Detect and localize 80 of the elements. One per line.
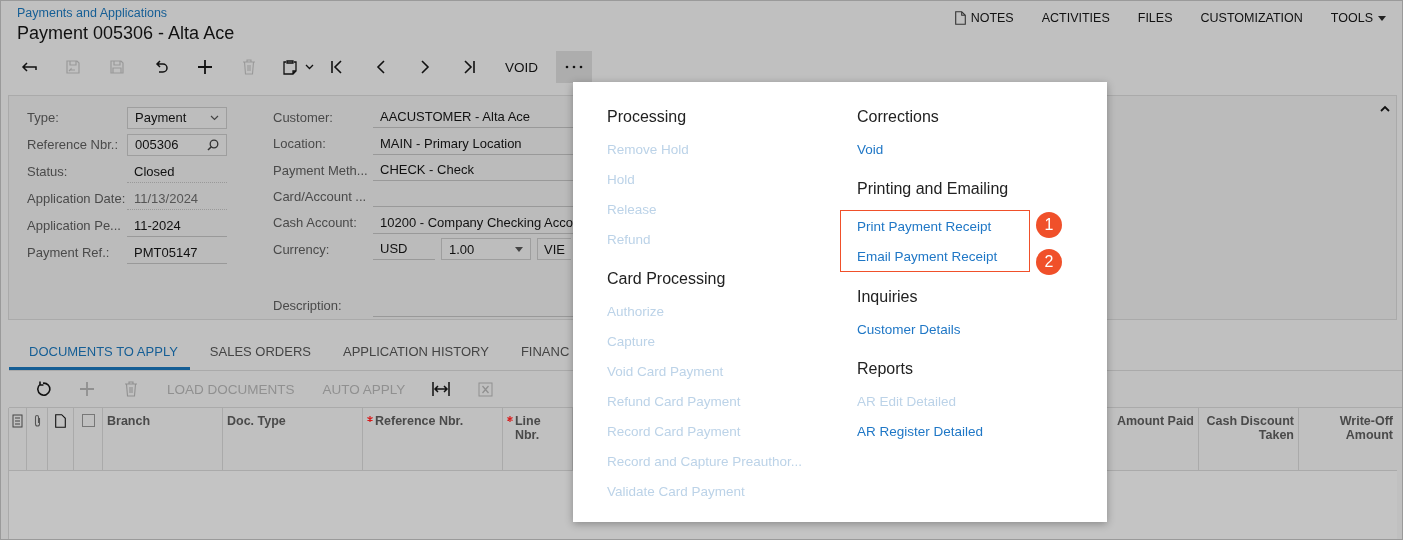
note-icon [55, 414, 66, 428]
view-button[interactable]: VIE [537, 238, 571, 261]
save-icon [109, 59, 125, 75]
tab[interactable]: SALES ORDERS [189, 335, 323, 370]
field-label: Type: [27, 110, 60, 125]
caret-icon [1378, 15, 1386, 21]
column-header[interactable]: Branch [107, 414, 151, 428]
save-close-icon [65, 59, 81, 75]
caret-icon [515, 246, 523, 252]
field-label: Currency: [273, 241, 331, 257]
top-link[interactable]: NOTES [954, 11, 1014, 25]
last-icon [462, 60, 476, 74]
field-value: Closed [127, 160, 227, 183]
callout-badge: 2 [1036, 249, 1062, 275]
column-header[interactable]: Reference Nbr. [375, 414, 464, 428]
menu-item[interactable]: Email Payment Receipt [857, 248, 998, 264]
field-value: 11/13/2024 [127, 187, 227, 210]
menu-heading: Card Processing [607, 270, 727, 289]
column-header[interactable]: Write-Off Amount [1303, 414, 1393, 442]
field-label: Location: [273, 136, 327, 152]
type-dropdown[interactable]: Payment [127, 106, 227, 129]
currency-field[interactable]: USD [373, 238, 435, 261]
menu-item[interactable]: Customer Details [857, 321, 961, 337]
page-title: Payment 005306 - Alta Ace [17, 23, 235, 44]
input-field[interactable]: 11-2024 [127, 214, 227, 237]
field-label: Status: [27, 164, 69, 179]
reference-field[interactable]: 005306 [127, 133, 227, 156]
field-label: Reference Nbr.: [27, 137, 120, 152]
caret-icon [304, 64, 314, 70]
refresh-icon [35, 381, 51, 397]
top-link[interactable]: ACTIVITIES [1041, 11, 1110, 25]
field-label: Payment Meth... [273, 162, 369, 178]
undo-icon [153, 60, 169, 74]
previous-icon [376, 60, 386, 74]
tab[interactable]: DOCUMENTS TO APPLY [9, 335, 190, 370]
top-link[interactable]: TOOLS [1330, 11, 1386, 25]
plus-icon [79, 381, 95, 397]
menu-item[interactable]: Void [857, 141, 884, 157]
next-icon [420, 60, 430, 74]
menu-heading: Inquiries [857, 288, 919, 307]
callout-badge: 1 [1036, 212, 1062, 238]
chevron-icon [210, 114, 219, 121]
clipboard-icon [282, 59, 297, 75]
note-icon [954, 11, 966, 25]
back-icon [21, 61, 37, 73]
plus-icon [197, 59, 213, 75]
input-field[interactable]: PMT05147 [127, 241, 227, 264]
select-all-checkbox[interactable] [81, 414, 95, 427]
menu-item[interactable]: AR Register Detailed [857, 423, 984, 439]
trash-icon [124, 381, 138, 397]
void-button[interactable]: VOID [491, 51, 552, 83]
field-label: Application Pe... [27, 218, 122, 233]
field-label: Cash Account: [273, 215, 358, 231]
excel-icon [477, 381, 493, 397]
first-icon [330, 60, 344, 74]
fit-columns-icon [432, 381, 451, 397]
top-link[interactable]: CUSTOMIZATION [1200, 11, 1303, 25]
field-label: Card/Account ... [273, 188, 368, 204]
top-link[interactable]: FILES [1137, 11, 1173, 25]
trash-icon [242, 59, 256, 75]
column-header[interactable]: Line Nbr. [514, 414, 568, 442]
field-label: Description: [273, 298, 343, 314]
more-icon [565, 65, 583, 69]
menu-heading: Corrections [857, 108, 940, 127]
tab[interactable]: APPLICATION HISTORY [323, 335, 501, 370]
column-header[interactable]: Doc. Type [227, 414, 286, 428]
menu-heading: Reports [857, 360, 915, 379]
rate-dropdown[interactable]: 1.00 [441, 238, 531, 261]
files-icon [12, 414, 23, 428]
field-label: Payment Ref.: [27, 245, 111, 260]
paperclip-icon [32, 414, 42, 428]
breadcrumb-link[interactable]: Payments and Applications [17, 6, 235, 20]
field-label: Application Date: [27, 191, 127, 206]
field-label: Customer: [273, 109, 334, 125]
menu-item[interactable]: Print Payment Receipt [857, 218, 992, 234]
column-header[interactable]: Cash Discount Taken [1203, 414, 1294, 442]
column-header[interactable]: Amount Paid [1116, 414, 1194, 428]
search-icon [207, 138, 219, 151]
menu-heading: Printing and Emailing [857, 180, 1010, 199]
tab[interactable]: FINANC [500, 335, 582, 370]
